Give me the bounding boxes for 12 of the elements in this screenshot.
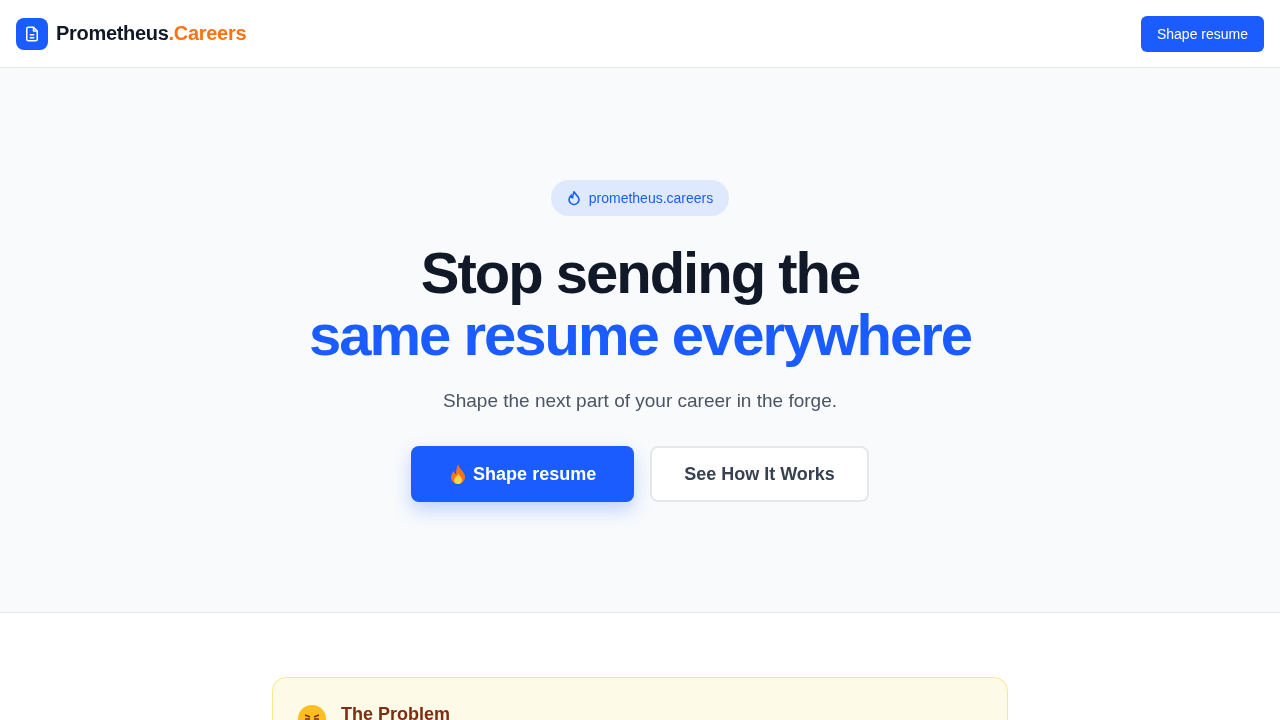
flame-icon (566, 190, 581, 206)
flame-icon (449, 463, 468, 485)
shape-resume-button[interactable]: Shape resume (411, 446, 635, 502)
badge-text: prometheus.careers (588, 190, 714, 206)
document-icon (16, 17, 48, 50)
shape-resume-button[interactable]: Shape resume (1140, 15, 1264, 52)
hero-title-highlight: same resume everywhere (308, 304, 972, 366)
how-it-works-button[interactable]: See How It Works (650, 446, 869, 502)
hero-subtitle: Shape the next part of your career in the forge. (443, 390, 837, 412)
brand-name[interactable]: Prometheus.Careers (56, 22, 247, 45)
problem-title: The Problem (341, 704, 451, 720)
hero-title: Stop sending the (419, 242, 861, 304)
